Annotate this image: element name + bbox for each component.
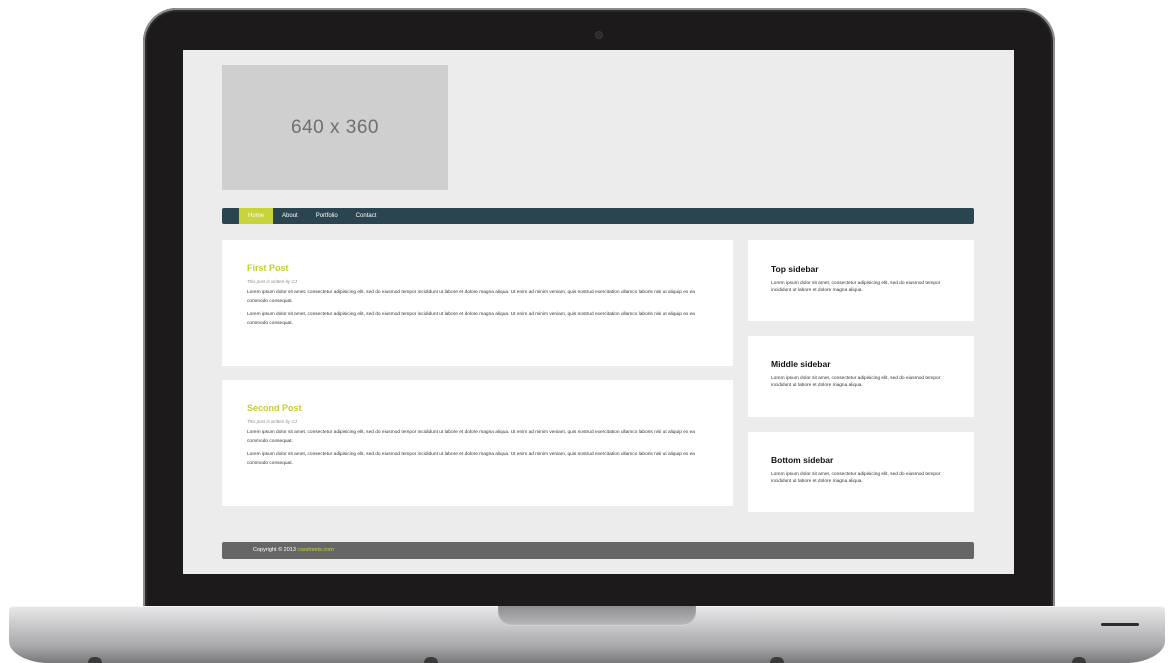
sidebar-title: Middle sidebar bbox=[771, 359, 831, 369]
laptop-opening-notch bbox=[498, 606, 696, 626]
footer-link[interactable]: csssheets.com bbox=[297, 547, 333, 553]
post-title[interactable]: Second Post bbox=[247, 403, 708, 413]
laptop-foot bbox=[1072, 657, 1086, 663]
post-card: First Post This post is written by CJ Lo… bbox=[222, 240, 733, 366]
sidebar-text: Lorem ipsum dolor sit amet, consectetur … bbox=[771, 472, 941, 484]
footer-copyright: Copyright © 2013 bbox=[253, 547, 296, 553]
nav-item-portfolio[interactable]: Portfolio bbox=[307, 208, 347, 224]
post-paragraph: Lorem ipsum dolor sit amet, consectetur … bbox=[247, 430, 695, 444]
post-card: Second Post This post is written by CJ L… bbox=[222, 380, 733, 506]
header-image-placeholder: 640 x 360 bbox=[222, 65, 448, 190]
site-footer: Copyright © 2013 csssheets.com bbox=[222, 542, 974, 559]
sidebar-text: Lorem ipsum dolor sit amet, consectetur … bbox=[771, 376, 941, 388]
laptop-slot bbox=[1101, 623, 1139, 626]
post-paragraph: Lorem ipsum dolor sit amet, consectetur … bbox=[247, 290, 695, 304]
sidebar-widget-top: Top sidebar Lorem ipsum dolor sit amet, … bbox=[748, 240, 974, 321]
laptop-foot bbox=[770, 657, 784, 663]
sidebar-title: Bottom sidebar bbox=[771, 455, 834, 465]
laptop-foot bbox=[424, 657, 438, 663]
website-screen: 640 x 360 Home About Portfolio Contact F… bbox=[183, 50, 1014, 574]
nav-item-contact[interactable]: Contact bbox=[347, 208, 386, 224]
sidebar-widget-bottom: Bottom sidebar Lorem ipsum dolor sit ame… bbox=[748, 432, 974, 512]
camera-icon bbox=[596, 32, 602, 38]
nav-item-home[interactable]: Home bbox=[239, 208, 274, 224]
post-byline: This post is written by CJ bbox=[247, 279, 298, 284]
post-paragraph: Lorem ipsum dolor sit amet, consectetur … bbox=[247, 312, 695, 326]
post-paragraph: Lorem ipsum dolor sit amet, consectetur … bbox=[247, 452, 695, 466]
sidebar-title: Top sidebar bbox=[771, 264, 819, 274]
laptop-foot bbox=[88, 657, 102, 663]
sidebar-widget-middle: Middle sidebar Lorem ipsum dolor sit ame… bbox=[748, 336, 974, 417]
post-title[interactable]: First Post bbox=[247, 263, 708, 273]
post-byline: This post is written by CJ bbox=[247, 419, 298, 424]
nav-item-about[interactable]: About bbox=[273, 208, 307, 224]
placeholder-label: 640 x 360 bbox=[291, 116, 379, 138]
main-nav: Home About Portfolio Contact bbox=[222, 208, 974, 224]
sidebar-text: Lorem ipsum dolor sit amet, consectetur … bbox=[771, 281, 941, 293]
